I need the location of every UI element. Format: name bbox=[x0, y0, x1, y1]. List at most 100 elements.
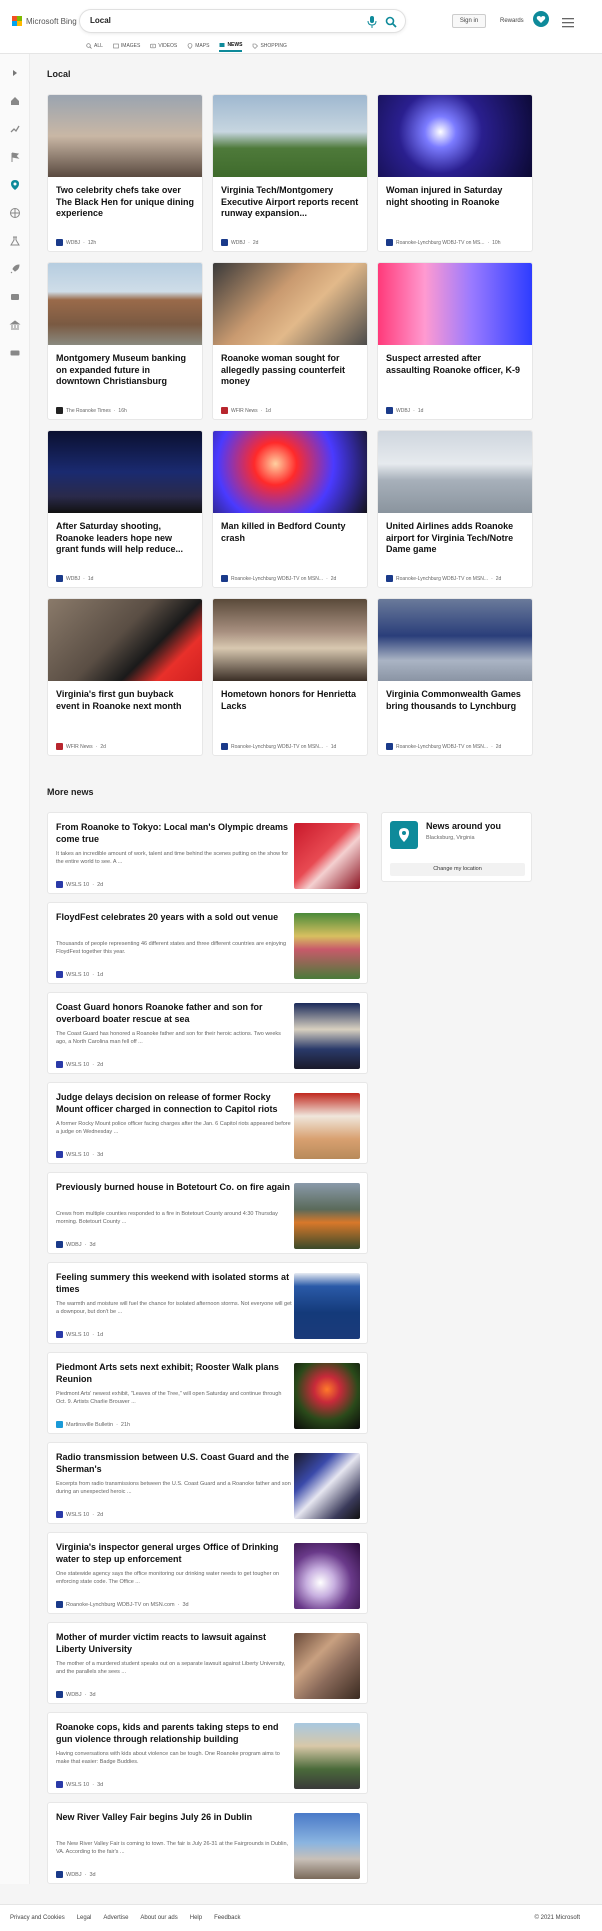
more-news-item[interactable]: Roanoke cops, kids and parents taking st… bbox=[47, 1712, 368, 1794]
search-icon[interactable] bbox=[385, 15, 397, 33]
bing-logo[interactable]: Microsoft Bing bbox=[12, 16, 77, 26]
footer-link-feedback[interactable]: Feedback bbox=[214, 1915, 240, 1921]
source-logo-icon bbox=[56, 1601, 63, 1608]
news-age: 16h bbox=[118, 407, 127, 414]
sign-in-button[interactable]: Sign in bbox=[452, 14, 486, 28]
hamburger-menu-icon[interactable] bbox=[562, 15, 574, 33]
local-news-card[interactable]: After Saturday shooting, Roanoke leaders… bbox=[47, 430, 203, 588]
expand-rail-icon[interactable] bbox=[9, 66, 21, 78]
source-logo-icon bbox=[56, 1511, 63, 1518]
news-meta: Roanoke-Lynchburg WDBJ-TV on MSN... · 2d bbox=[386, 575, 531, 582]
news-thumbnail bbox=[294, 1093, 360, 1159]
news-source: WFIR News bbox=[231, 407, 258, 414]
tab-images[interactable]: IMAGES bbox=[113, 40, 140, 52]
news-age: 2d bbox=[252, 239, 259, 246]
news-age: 3d bbox=[89, 1871, 96, 1878]
news-age: 2d bbox=[97, 881, 104, 888]
local-news-card[interactable]: Two celebrity chefs take over The Black … bbox=[47, 94, 203, 252]
microphone-icon[interactable] bbox=[367, 15, 377, 33]
news-source: WSLS 10 bbox=[66, 971, 90, 978]
news-source: WSLS 10 bbox=[66, 1331, 90, 1338]
rocket-icon[interactable] bbox=[9, 262, 21, 274]
local-news-card[interactable]: Hometown honors for Henrietta Lacks Roano… bbox=[212, 598, 368, 756]
news-headline: Virginia's inspector general urges Offic… bbox=[56, 1542, 279, 1564]
news-thumbnail bbox=[48, 263, 202, 345]
source-logo-icon bbox=[56, 239, 63, 246]
flag-icon[interactable] bbox=[9, 150, 21, 162]
search-input[interactable]: Local bbox=[90, 16, 111, 25]
change-location-button[interactable]: Change my location bbox=[390, 863, 525, 876]
local-news-card[interactable]: Virginia's first gun buyback event in Ro… bbox=[47, 598, 203, 756]
rewards-link[interactable]: Rewards bbox=[500, 18, 524, 24]
news-source: WDBJ bbox=[66, 239, 81, 246]
local-news-card[interactable]: Montgomery Museum banking on expanded fu… bbox=[47, 262, 203, 420]
tab-shopping[interactable]: SHOPPING bbox=[252, 40, 287, 52]
more-news-item[interactable]: From Roanoke to Tokyo: Local man's Olymp… bbox=[47, 812, 368, 894]
footer-link-about-ads[interactable]: About our ads bbox=[140, 1915, 177, 1921]
news-meta: WDBJ · 3d bbox=[56, 1241, 96, 1248]
news-headline: Piedmont Arts sets next exhibit; Rooster… bbox=[56, 1362, 279, 1384]
news-source: Roanoke-Lynchburg WDBJ-TV on MSN.com bbox=[66, 1601, 175, 1608]
meta-separator: · bbox=[487, 239, 490, 246]
local-news-card[interactable]: United Airlines adds Roanoke airport for… bbox=[377, 430, 533, 588]
image-icon bbox=[113, 43, 119, 49]
meta-separator: · bbox=[92, 1331, 95, 1338]
news-source: The Roanoke Times bbox=[66, 407, 111, 414]
footer-link-advertise[interactable]: Advertise bbox=[103, 1915, 128, 1921]
tab-label: SHOPPING bbox=[260, 43, 287, 49]
location-pin-icon[interactable] bbox=[9, 178, 21, 190]
science-icon[interactable] bbox=[9, 234, 21, 246]
local-news-card[interactable]: Man killed in Bedford County crash Roanok… bbox=[212, 430, 368, 588]
local-news-card[interactable]: Virginia Commonwealth Games bring thousa… bbox=[377, 598, 533, 756]
globe-icon[interactable] bbox=[9, 206, 21, 218]
local-news-card[interactable]: Suspect arrested after assaulting Roanok… bbox=[377, 262, 533, 420]
more-news-item[interactable]: Mother of murder victim reacts to lawsui… bbox=[47, 1622, 368, 1704]
news-age: 2d bbox=[97, 1061, 104, 1068]
more-news-item[interactable]: Virginia's inspector general urges Offic… bbox=[47, 1532, 368, 1614]
news-age: 21h bbox=[120, 1421, 131, 1428]
tab-videos[interactable]: VIDEOS bbox=[150, 40, 177, 52]
footer-link-help[interactable]: Help bbox=[190, 1915, 202, 1921]
tag-icon bbox=[253, 43, 259, 49]
news-meta: WSLS 10 · 3d bbox=[56, 1781, 103, 1788]
news-source: WSLS 10 bbox=[66, 1061, 90, 1068]
entertainment-icon[interactable] bbox=[9, 290, 21, 302]
tab-label: VIDEOS bbox=[158, 43, 178, 49]
search-box[interactable]: Local bbox=[80, 10, 405, 32]
tab-news[interactable]: NEWS bbox=[219, 40, 243, 52]
politics-icon[interactable] bbox=[9, 318, 21, 330]
local-news-card[interactable]: Virginia Tech/Montgomery Executive Airpo… bbox=[212, 94, 368, 252]
rewards-badge-icon[interactable] bbox=[533, 11, 549, 27]
meta-separator: · bbox=[92, 1151, 95, 1158]
home-icon[interactable] bbox=[9, 94, 21, 106]
more-news-item[interactable]: Coast Guard honors Roanoke father and so… bbox=[47, 992, 368, 1074]
local-news-card[interactable]: Roanoke woman sought for allegedly passi… bbox=[212, 262, 368, 420]
more-news-item[interactable]: Previously burned house in Botetourt Co.… bbox=[47, 1172, 368, 1254]
source-logo-icon bbox=[56, 1331, 63, 1338]
footer-link-privacy[interactable]: Privacy and Cookies bbox=[10, 1915, 65, 1921]
news-headline: FloydFest celebrates 20 years with a sol… bbox=[56, 912, 279, 922]
news-headline: Virginia Tech/Montgomery Executive Airpo… bbox=[221, 185, 359, 218]
news-age: 2d bbox=[330, 575, 337, 582]
news-thumbnail bbox=[213, 431, 367, 513]
meta-separator: · bbox=[491, 575, 493, 582]
footer-link-legal[interactable]: Legal bbox=[77, 1915, 92, 1921]
money-icon[interactable] bbox=[9, 346, 21, 358]
news-meta: Roanoke-Lynchburg WDBJ-TV on MSN... · 1d bbox=[221, 743, 366, 750]
more-news-item[interactable]: Judge delays decision on release of form… bbox=[47, 1082, 368, 1164]
more-news-item[interactable]: Piedmont Arts sets next exhibit; Rooster… bbox=[47, 1352, 368, 1434]
more-news-item[interactable]: New River Valley Fair begins July 26 in … bbox=[47, 1802, 368, 1884]
source-logo-icon bbox=[56, 881, 63, 888]
more-news-item[interactable]: Feeling summery this weekend with isolat… bbox=[47, 1262, 368, 1344]
tab-maps[interactable]: MAPS bbox=[187, 40, 209, 52]
local-news-card[interactable]: Woman injured in Saturday night shooting… bbox=[377, 94, 533, 252]
trending-icon[interactable] bbox=[9, 122, 21, 134]
news-meta: WDBJ · 1d bbox=[386, 407, 531, 414]
meta-separator: · bbox=[92, 1781, 95, 1788]
source-logo-icon bbox=[56, 1421, 63, 1428]
news-source: WDBJ bbox=[66, 1691, 82, 1698]
tab-all[interactable]: ALL bbox=[86, 40, 103, 52]
more-news-item[interactable]: Radio transmission between U.S. Coast Gu… bbox=[47, 1442, 368, 1524]
more-news-item[interactable]: FloydFest celebrates 20 years with a sol… bbox=[47, 902, 368, 984]
top-header: Microsoft Bing Local Sign in Rewards ALL… bbox=[0, 0, 602, 54]
